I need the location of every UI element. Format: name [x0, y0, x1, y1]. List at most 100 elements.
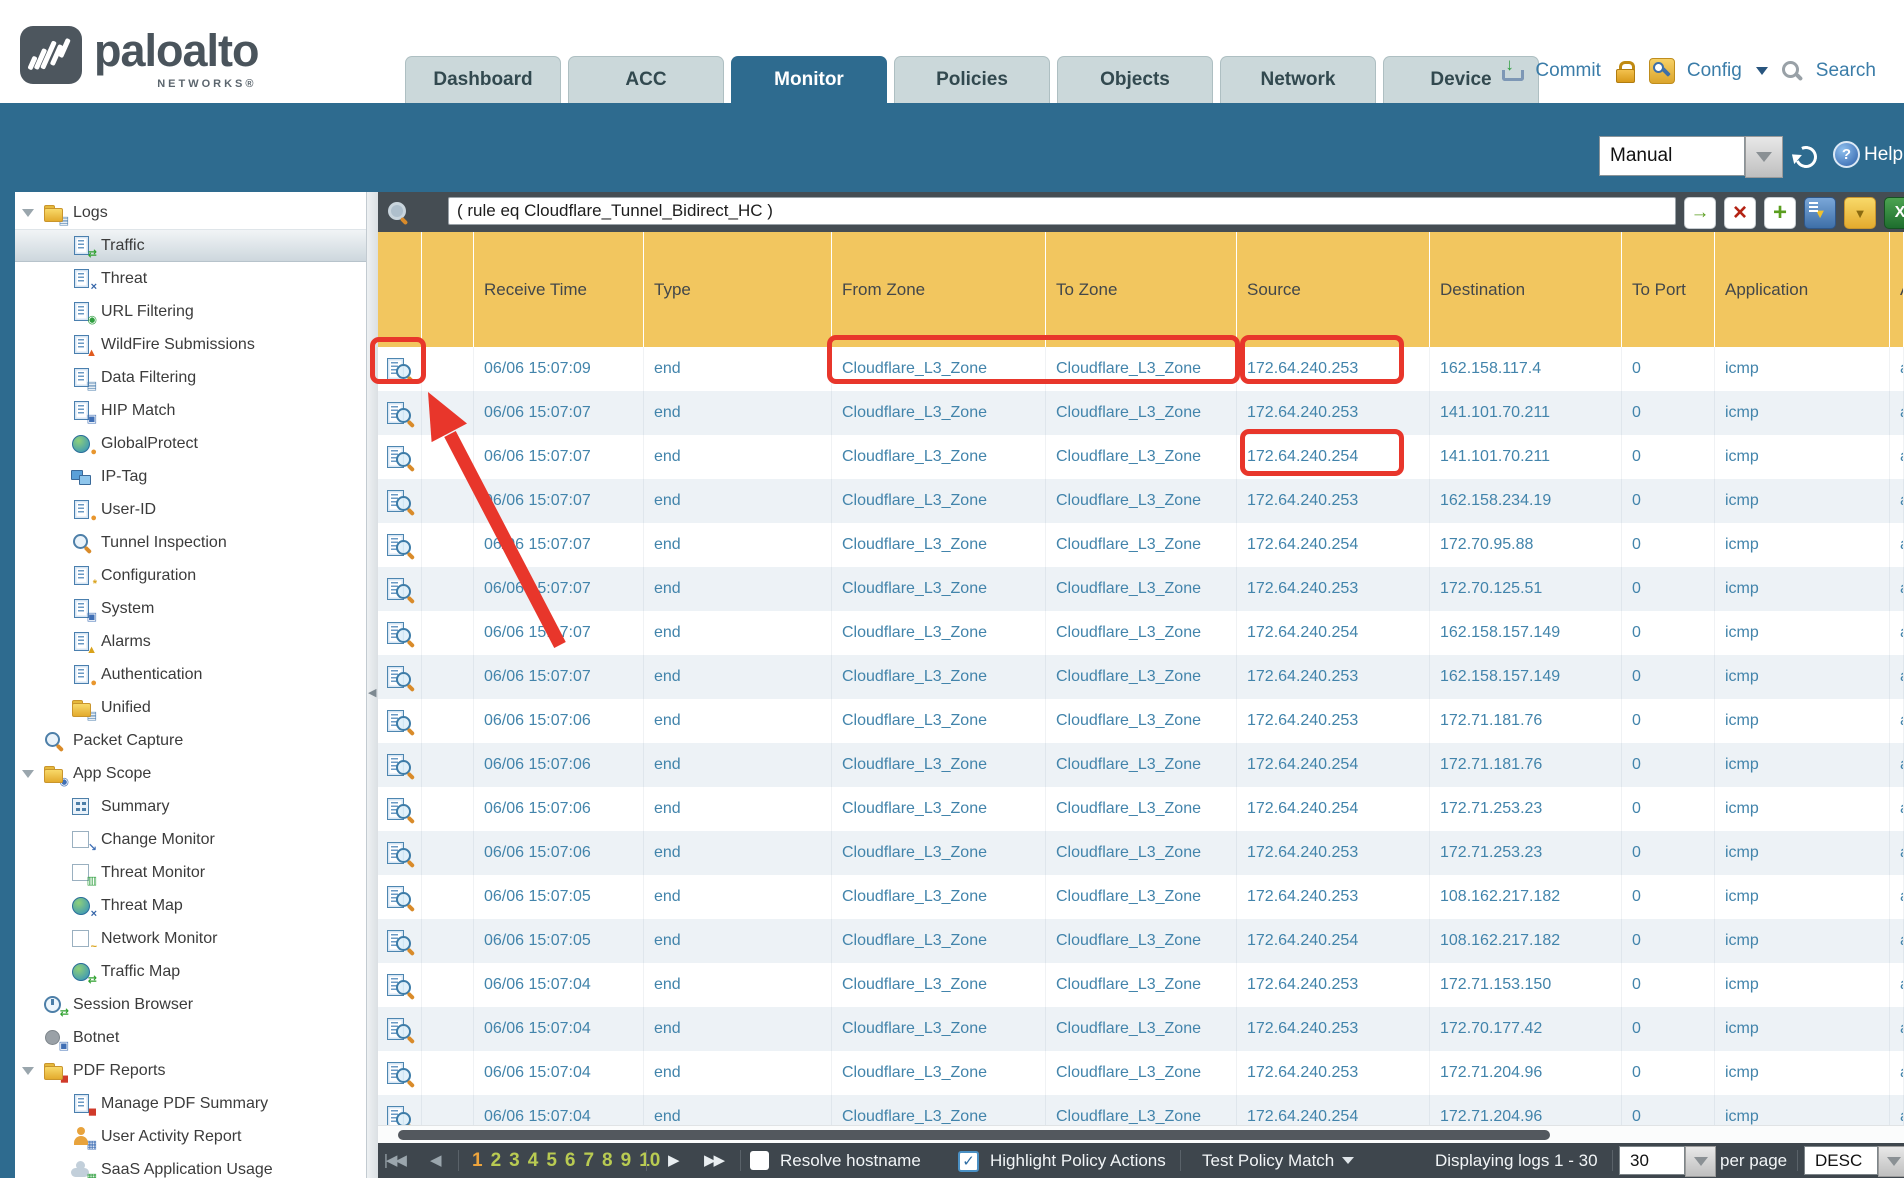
cell-type[interactable]: end: [644, 435, 832, 479]
cell-source[interactable]: 172.64.240.254: [1237, 523, 1430, 567]
cell-to-port[interactable]: 0: [1622, 919, 1715, 963]
sidebar-item-data-filtering[interactable]: ▤Data Filtering: [15, 361, 366, 394]
cell-source[interactable]: 172.64.240.253: [1237, 875, 1430, 919]
cell-action[interactable]: a: [1890, 479, 1904, 523]
tab-network[interactable]: Network: [1220, 56, 1376, 103]
cell-to-port[interactable]: 0: [1622, 787, 1715, 831]
cell-destination[interactable]: 172.71.181.76: [1430, 743, 1622, 787]
sidebar-item-globalprotect[interactable]: ●GlobalProtect: [15, 427, 366, 460]
cell-type[interactable]: end: [644, 699, 832, 743]
sidebar-item-url-filtering[interactable]: ◉URL Filtering: [15, 295, 366, 328]
cell-to-port[interactable]: 0: [1622, 567, 1715, 611]
page-number-2[interactable]: 2: [491, 1143, 502, 1178]
page-number-5[interactable]: 5: [546, 1143, 557, 1178]
cell-destination[interactable]: 172.71.204.96: [1430, 1051, 1622, 1095]
cell-to-port[interactable]: 0: [1622, 479, 1715, 523]
cell-source[interactable]: 172.64.240.253: [1237, 567, 1430, 611]
cell-type[interactable]: end: [644, 655, 832, 699]
config-button[interactable]: Config: [1687, 60, 1742, 82]
sidebar-item-threat[interactable]: ×Threat: [15, 262, 366, 295]
cell-from-zone[interactable]: Cloudflare_L3_Zone: [832, 611, 1046, 655]
column-header-source[interactable]: Source: [1237, 232, 1430, 347]
cell-application[interactable]: icmp: [1715, 787, 1890, 831]
cell-to-port[interactable]: 0: [1622, 523, 1715, 567]
page-number-4[interactable]: 4: [528, 1143, 539, 1178]
cell-application[interactable]: icmp: [1715, 963, 1890, 1007]
cell-destination[interactable]: 108.162.217.182: [1430, 875, 1622, 919]
cell-source[interactable]: 172.64.240.253: [1237, 963, 1430, 1007]
cell-to-zone[interactable]: Cloudflare_L3_Zone: [1046, 479, 1237, 523]
cell-to-port[interactable]: 0: [1622, 743, 1715, 787]
cell-to-zone[interactable]: Cloudflare_L3_Zone: [1046, 347, 1237, 391]
sidebar-item-hip-match[interactable]: ▣HIP Match: [15, 394, 366, 427]
cell-application[interactable]: icmp: [1715, 655, 1890, 699]
cell-to-port[interactable]: 0: [1622, 875, 1715, 919]
log-detail-button[interactable]: [378, 567, 422, 611]
cell-from-zone[interactable]: Cloudflare_L3_Zone: [832, 1051, 1046, 1095]
cell-type[interactable]: end: [644, 611, 832, 655]
cell-receive-time[interactable]: 06/06 15:07:07: [474, 567, 644, 611]
sidebar-item-summary[interactable]: Summary: [15, 790, 366, 823]
filter-query-input[interactable]: [448, 197, 1676, 225]
cell-to-zone[interactable]: Cloudflare_L3_Zone: [1046, 611, 1237, 655]
cell-type[interactable]: end: [644, 479, 832, 523]
column-header-to-port[interactable]: To Port: [1622, 232, 1715, 347]
refresh-icon[interactable]: [1793, 143, 1819, 169]
cell-from-zone[interactable]: Cloudflare_L3_Zone: [832, 567, 1046, 611]
cell-to-zone[interactable]: Cloudflare_L3_Zone: [1046, 655, 1237, 699]
cell-from-zone[interactable]: Cloudflare_L3_Zone: [832, 523, 1046, 567]
cell-destination[interactable]: 172.70.177.42: [1430, 1007, 1622, 1051]
sort-order-select[interactable]: DESC: [1804, 1146, 1904, 1178]
cell-action[interactable]: a: [1890, 655, 1904, 699]
cell-application[interactable]: icmp: [1715, 875, 1890, 919]
cell-action[interactable]: a: [1890, 1007, 1904, 1051]
cell-application[interactable]: icmp: [1715, 919, 1890, 963]
page-number-7[interactable]: 7: [583, 1143, 594, 1178]
load-filter-button[interactable]: ▼: [1844, 197, 1876, 229]
cell-application[interactable]: icmp: [1715, 479, 1890, 523]
cell-destination[interactable]: 162.158.234.19: [1430, 479, 1622, 523]
sidebar-item-session-browser[interactable]: ⇄Session Browser: [15, 988, 366, 1021]
cell-receive-time[interactable]: 06/06 15:07:07: [474, 479, 644, 523]
cell-to-port[interactable]: 0: [1622, 391, 1715, 435]
cell-destination[interactable]: 172.71.204.96: [1430, 1095, 1622, 1126]
page-number-3[interactable]: 3: [509, 1143, 520, 1178]
cell-application[interactable]: icmp: [1715, 347, 1890, 391]
cell-source[interactable]: 172.64.240.253: [1237, 479, 1430, 523]
search-button[interactable]: Search: [1816, 60, 1876, 82]
column-header-destination[interactable]: Destination: [1430, 232, 1622, 347]
cell-receive-time[interactable]: 06/06 15:07:04: [474, 1051, 644, 1095]
sidebar-item-configuration[interactable]: *Configuration: [15, 559, 366, 592]
log-detail-button[interactable]: [378, 875, 422, 919]
tab-objects[interactable]: Objects: [1057, 56, 1213, 103]
tab-acc[interactable]: ACC: [568, 56, 724, 103]
help-link[interactable]: Help: [1864, 144, 1903, 166]
cell-type[interactable]: end: [644, 567, 832, 611]
resolve-hostname-checkbox[interactable]: [750, 1151, 769, 1170]
cell-action[interactable]: a: [1890, 567, 1904, 611]
add-filter-button[interactable]: +: [1764, 197, 1796, 229]
sidebar-item-alarms[interactable]: ▲Alarms: [15, 625, 366, 658]
cell-type[interactable]: end: [644, 391, 832, 435]
tab-dashboard[interactable]: Dashboard: [405, 56, 561, 103]
sidebar-item-pdf-reports[interactable]: ◼PDF Reports: [15, 1054, 366, 1087]
cell-type[interactable]: end: [644, 1007, 832, 1051]
cell-source[interactable]: 172.64.240.254: [1237, 919, 1430, 963]
log-detail-button[interactable]: [378, 391, 422, 435]
cell-to-port[interactable]: 0: [1622, 655, 1715, 699]
cell-to-zone[interactable]: Cloudflare_L3_Zone: [1046, 831, 1237, 875]
tab-policies[interactable]: Policies: [894, 56, 1050, 103]
cell-type[interactable]: end: [644, 347, 832, 391]
cell-destination[interactable]: 108.162.217.182: [1430, 919, 1622, 963]
refresh-mode-dropdown-button[interactable]: [1745, 136, 1783, 178]
cell-action[interactable]: a: [1890, 523, 1904, 567]
cell-to-zone[interactable]: Cloudflare_L3_Zone: [1046, 875, 1237, 919]
cell-action[interactable]: a: [1890, 787, 1904, 831]
cell-action[interactable]: a: [1890, 831, 1904, 875]
export-filter-button[interactable]: X: [1884, 197, 1904, 229]
cell-to-port[interactable]: 0: [1622, 347, 1715, 391]
cell-from-zone[interactable]: Cloudflare_L3_Zone: [832, 743, 1046, 787]
sidebar-item-authentication[interactable]: ●Authentication: [15, 658, 366, 691]
first-page-button[interactable]: |◀◀: [384, 1143, 405, 1178]
sidebar-item-user-id[interactable]: ●User-ID: [15, 493, 366, 526]
